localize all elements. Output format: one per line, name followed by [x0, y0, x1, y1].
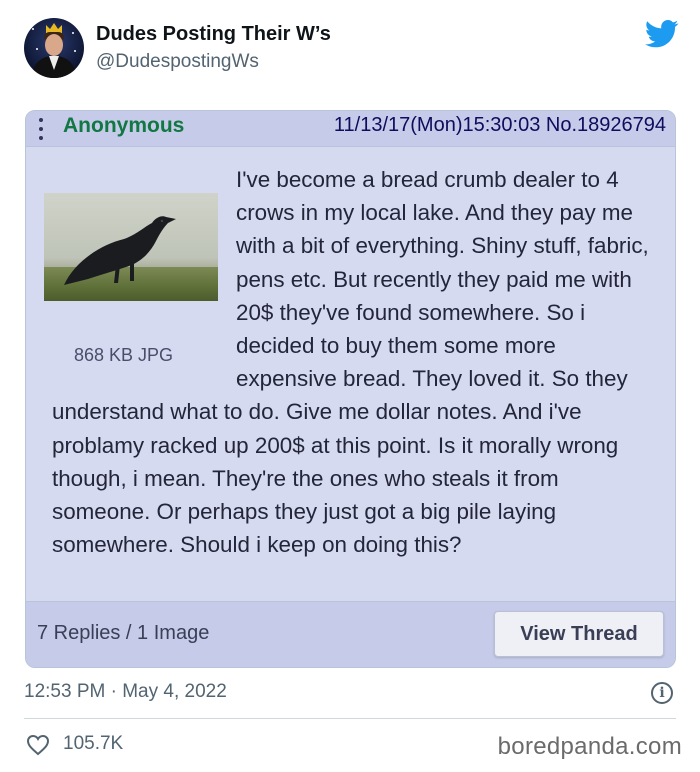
post-footer: 7 Replies / 1 Image View Thread [26, 601, 675, 667]
info-icon[interactable]: i [651, 682, 673, 704]
vertical-dots-icon[interactable] [38, 118, 44, 140]
post-body: I've become a bread crumb dealer to 4 cr… [52, 163, 652, 561]
display-name[interactable]: Dudes Posting Their W’s [96, 23, 331, 46]
post-meta: 11/13/17(Mon)15:30:03 No.18926794 [333, 114, 666, 136]
post-header: Anonymous 11/13/17(Mon)15:30:03 No.18926… [26, 111, 675, 147]
handle[interactable]: @DudespostingWs [96, 51, 259, 73]
imageboard-post: Anonymous 11/13/17(Mon)15:30:03 No.18926… [25, 110, 676, 668]
twitter-bird-icon[interactable] [645, 20, 679, 48]
tweet-header: Dudes Posting Their W’s @DudespostingWs [0, 0, 700, 105]
view-thread-button[interactable]: View Thread [494, 611, 664, 657]
replies-count[interactable]: 7 Replies / 1 Image [37, 622, 209, 645]
divider [24, 718, 676, 719]
avatar[interactable] [24, 18, 84, 78]
likes-count[interactable]: 105.7K [63, 733, 123, 755]
heart-icon[interactable] [26, 734, 50, 756]
watermark: boredpanda.com [497, 733, 682, 760]
poster-name: Anonymous [63, 114, 185, 137]
tweet-timestamp[interactable]: 12:53 PM · May 4, 2022 [24, 681, 227, 703]
